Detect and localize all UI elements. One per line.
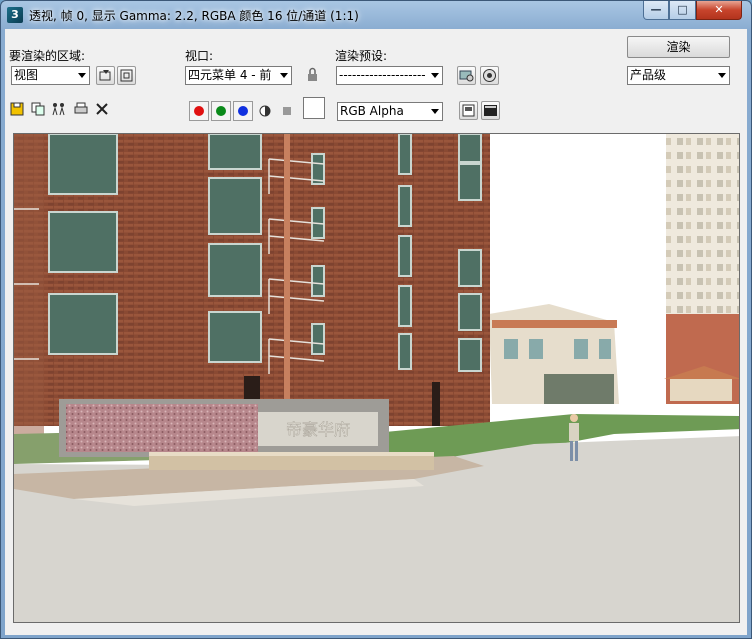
sign-text: 帝豪华府 (286, 420, 350, 439)
viewport-value: 四元菜单 4 - 前 (188, 68, 272, 82)
rendered-image: 帝豪华府 (13, 133, 740, 623)
viewport-select[interactable]: 四元菜单 4 - 前 (185, 66, 292, 85)
blue-dot-icon (238, 106, 248, 116)
print-image-icon[interactable] (73, 101, 89, 117)
environment-effects-icon[interactable] (480, 66, 499, 85)
window-title: 透视, 帧 0, 显示 Gamma: 2.2, RGBA 颜色 16 位/通道 … (29, 9, 359, 23)
area-to-render-label: 要渲染的区域: (9, 49, 86, 63)
chevron-down-icon (78, 73, 86, 78)
close-button[interactable]: ✕ (696, 1, 742, 20)
copy-image-icon[interactable] (30, 101, 46, 117)
chevron-down-icon (431, 109, 439, 114)
alpha-channel-icon[interactable] (257, 103, 273, 119)
viewport-label: 视口: (185, 49, 214, 63)
render-quality-select[interactable]: 产品级 (627, 66, 730, 85)
display-channel-value: RGB Alpha (340, 104, 404, 118)
lock-viewport-icon[interactable] (304, 66, 323, 85)
clear-image-icon[interactable] (94, 101, 110, 117)
edit-region-icon[interactable] (96, 66, 115, 85)
area-to-render-select[interactable]: 视图 (11, 66, 90, 85)
green-dot-icon (216, 106, 226, 116)
toggle-ui-icon[interactable] (481, 101, 500, 120)
render-frame-client: 要渲染的区域: 视口: 渲染预设: 视图 四元菜单 4 - 前 --------… (5, 29, 747, 635)
chevron-down-icon (431, 73, 439, 78)
toggle-ui-overlay-icon[interactable] (459, 101, 478, 120)
render-preset-label: 渲染预设: (335, 49, 388, 63)
title-bar: 3 透视, 帧 0, 显示 Gamma: 2.2, RGBA 颜色 16 位/通… (1, 1, 751, 29)
render-setup-icon[interactable] (457, 66, 476, 85)
chevron-down-icon (280, 73, 288, 78)
render-preset-select[interactable]: -------------------- (336, 66, 443, 85)
save-image-icon[interactable] (9, 101, 25, 117)
maximize-button[interactable]: □ (669, 1, 696, 20)
minimize-button[interactable]: — (643, 1, 669, 20)
display-channel-select[interactable]: RGB Alpha (337, 102, 443, 121)
3dsmax-app-icon: 3 (7, 7, 23, 23)
green-channel-toggle[interactable] (211, 101, 231, 121)
render-preset-value: -------------------- (339, 68, 426, 82)
auto-region-icon[interactable] (117, 66, 136, 85)
render-button[interactable]: 渲染 (627, 36, 730, 58)
monochrome-icon[interactable] (279, 103, 295, 119)
chevron-down-icon (718, 73, 726, 78)
render-quality-value: 产品级 (630, 68, 667, 82)
red-dot-icon (194, 106, 204, 116)
rendered-scene: 帝豪华府 (14, 134, 739, 622)
blue-channel-toggle[interactable] (233, 101, 253, 121)
red-channel-toggle[interactable] (189, 101, 209, 121)
area-to-render-value: 视图 (14, 68, 39, 82)
render-frame-window: 3 透视, 帧 0, 显示 Gamma: 2.2, RGBA 颜色 16 位/通… (0, 0, 752, 639)
clone-frame-icon[interactable] (51, 101, 67, 117)
color-swatch[interactable] (303, 97, 325, 119)
